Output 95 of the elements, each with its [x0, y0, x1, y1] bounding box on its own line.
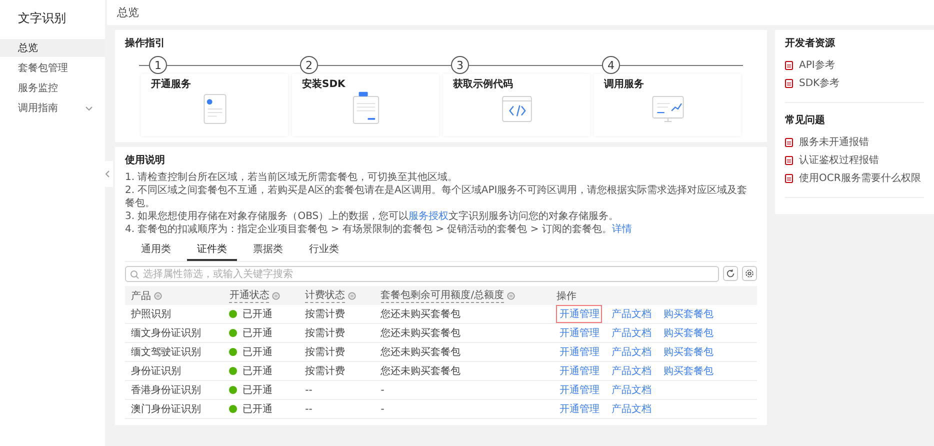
sidebar-item[interactable]: 服务监控 — [0, 79, 105, 97]
table-cell: 缅文驾驶证识别 — [125, 342, 224, 362]
table-cell: 您还未购买套餐包 — [374, 362, 550, 380]
action-link[interactable]: 产品文档 — [608, 343, 654, 361]
instruction-text: 1. 请检查控制台所在区域，若当前区域无所需套餐包，可切换至其他区域。 — [125, 171, 459, 184]
step-number: 3 — [451, 56, 469, 74]
page-title: 总览 — [107, 0, 934, 25]
resource-link[interactable]: 认证鉴权过程报错 — [799, 153, 879, 167]
table-cell: 按需计费 — [299, 305, 375, 324]
column-header[interactable]: 套餐包剩余可用额度/总额度 — [380, 288, 516, 303]
table-cell: -- — [299, 400, 375, 418]
table-cell: 按需计费 — [299, 362, 375, 380]
settings-icon — [745, 269, 754, 278]
status-text: 已开通 — [242, 346, 272, 359]
refresh-button[interactable] — [723, 266, 738, 281]
sidebar-title: 文字识别 — [17, 10, 67, 27]
step-label: 获取示例代码 — [453, 78, 514, 91]
section-title: 开发者资源 — [785, 36, 836, 50]
search-icon — [130, 270, 139, 279]
instruction-text: 2. 不同区域之间套餐包不互通，若购买是A区的套餐包请在是A区调用。每个区域API服务不可跨区调用，请您根据实际需求选择对应区域及套餐包。 — [125, 184, 748, 210]
category-tab[interactable]: 票据类 — [243, 240, 293, 261]
instruction-text: 3. 如果您想使用存储在对象存储服务（OBS）上的数据，您可以服务授权文字识别服务访问您的对象存储服务。 — [125, 210, 620, 223]
refresh-icon — [726, 269, 735, 278]
table-cell: 澳门身份证识别 — [125, 400, 224, 418]
search-field[interactable]: 选择属性筛选，或输入关键字搜索 — [125, 266, 719, 282]
table-cell: -- — [299, 380, 375, 400]
action-link[interactable]: 产品文档 — [608, 400, 654, 418]
chevron-left-icon — [104, 170, 110, 178]
step-number: 1 — [149, 56, 167, 74]
action-link[interactable]: 产品文档 — [608, 305, 654, 323]
document-icon — [785, 156, 793, 164]
category-tab[interactable]: 证件类 — [187, 240, 237, 261]
action-link[interactable]: 开通管理 — [556, 343, 602, 361]
table-cell: 您还未购买套餐包 — [374, 305, 550, 324]
action-link[interactable]: 产品文档 — [608, 324, 654, 342]
chevron-down-icon — [85, 106, 93, 111]
table-cell: 护照识别 — [125, 305, 224, 324]
resource-link[interactable]: 服务未开通报错 — [799, 135, 869, 149]
document-icon — [785, 138, 793, 146]
instruction-link[interactable]: 详情 — [612, 224, 632, 235]
action-link[interactable]: 产品文档 — [608, 381, 654, 399]
column-header[interactable]: 操作 — [556, 288, 576, 302]
step-number: 2 — [300, 56, 318, 74]
section-title: 操作指引 — [125, 36, 166, 50]
action-link[interactable]: 开通管理 — [556, 381, 602, 399]
action-link[interactable]: 产品文档 — [608, 362, 654, 380]
action-link[interactable]: 购买套餐包 — [660, 305, 716, 323]
resource-link[interactable]: API参考 — [799, 58, 835, 72]
step-number: 4 — [602, 56, 620, 74]
document-icon — [785, 60, 793, 70]
action-link[interactable]: 开通管理 — [556, 362, 602, 380]
action-link[interactable]: 开通管理 — [556, 305, 602, 323]
status-text: 已开通 — [242, 326, 272, 340]
action-link[interactable]: 购买套餐包 — [660, 324, 716, 342]
filter-icon[interactable] — [272, 292, 280, 300]
category-tab[interactable]: 行业类 — [299, 240, 349, 261]
action-link[interactable]: 购买套餐包 — [660, 343, 716, 361]
status-text: 已开通 — [242, 364, 272, 378]
sidebar-item[interactable]: 套餐包管理 — [0, 59, 105, 77]
resource-link[interactable]: 使用OCR服务需要什么权限 — [799, 171, 921, 185]
table-cell: 缅文身份证识别 — [125, 324, 224, 342]
status-text: 已开通 — [242, 402, 272, 416]
table-cell: 您还未购买套餐包 — [374, 324, 550, 342]
table-cell: 按需计费 — [299, 324, 375, 342]
table-cell: 身份证识别 — [125, 362, 224, 380]
document-icon — [785, 78, 793, 88]
column-header[interactable]: 计费状态 — [305, 288, 356, 303]
sidebar-item[interactable]: 总览 — [0, 39, 105, 57]
filter-icon[interactable] — [507, 292, 516, 300]
step-label: 安装SDK — [302, 77, 346, 91]
table-cell: 您还未购买套餐包 — [374, 342, 550, 362]
action-link[interactable]: 购买套餐包 — [660, 362, 716, 380]
category-tab[interactable]: 通用类 — [131, 240, 181, 261]
filter-icon[interactable] — [154, 292, 162, 300]
status-text: 已开通 — [242, 384, 272, 397]
table-cell: - — [374, 400, 550, 418]
action-link[interactable]: 开通管理 — [556, 400, 602, 418]
action-link[interactable]: 开通管理 — [556, 324, 602, 342]
step-label: 开通服务 — [151, 78, 192, 91]
section-title: 常见问题 — [785, 114, 826, 127]
column-header[interactable]: 开通状态 — [229, 288, 280, 303]
instruction-link[interactable]: 服务授权 — [408, 211, 449, 222]
step-label: 调用服务 — [604, 78, 645, 91]
table-cell: 香港身份证识别 — [125, 380, 224, 400]
filter-icon[interactable] — [348, 292, 356, 300]
status-text: 已开通 — [242, 308, 272, 321]
instruction-text: 4. 套餐包的扣减顺序为：指定企业项目套餐包 > 有场景限制的套餐包 > 促销活动的套餐包 > 订阅的套餐包。详情 — [125, 223, 633, 236]
table-cell: 按需计费 — [299, 342, 375, 362]
sidebar-item[interactable]: 调用指南 — [0, 99, 105, 117]
settings-button[interactable] — [742, 266, 757, 281]
column-header[interactable]: 产品 — [131, 288, 162, 302]
table-cell: - — [374, 380, 550, 400]
section-title: 使用说明 — [125, 154, 166, 167]
document-icon — [785, 174, 793, 182]
resource-link[interactable]: SDK参考 — [799, 76, 840, 90]
